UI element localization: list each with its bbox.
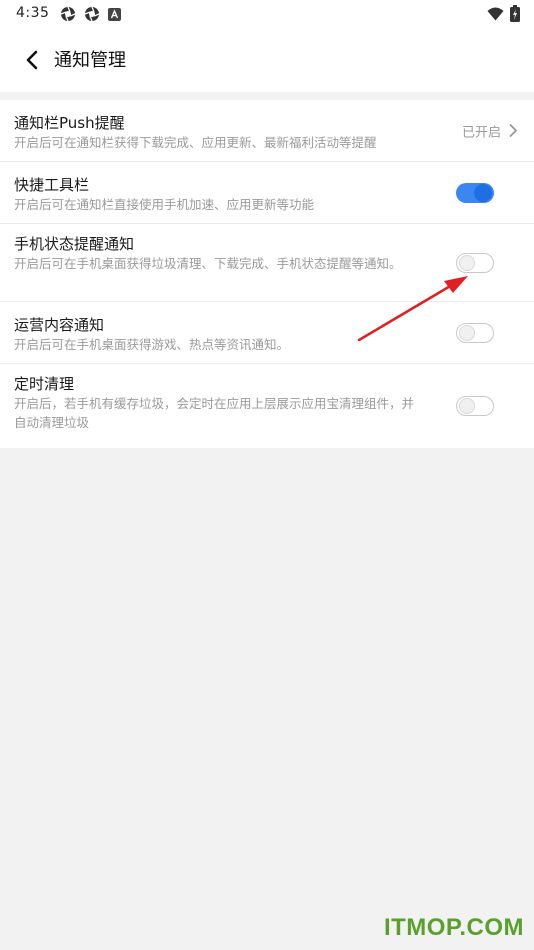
back-button[interactable] bbox=[18, 46, 46, 74]
watermark-logo: ITMOP.COM bbox=[383, 914, 524, 941]
chevron-left-icon bbox=[26, 50, 38, 70]
battery-charging-icon bbox=[510, 5, 520, 22]
app-header: 通知管理 bbox=[0, 28, 534, 92]
status-label: 已开启 bbox=[461, 125, 501, 140]
shutter-icon bbox=[60, 6, 76, 22]
status-icons-left bbox=[60, 6, 121, 22]
toggle-switch[interactable] bbox=[456, 252, 494, 273]
setting-desc: 开启后可在手机桌面获得垃圾清理、下载完成、手机状态提醒等通知。 bbox=[14, 256, 402, 271]
settings-list: 通知栏Push提醒 开启后可在通知栏获得下载完成、应用更新、最新福利活动等提醒 … bbox=[0, 100, 534, 448]
status-icons-right bbox=[487, 5, 520, 22]
shutter-icon bbox=[84, 6, 100, 22]
toggle-switch[interactable] bbox=[456, 182, 494, 203]
status-bar: 4:35 bbox=[0, 0, 534, 28]
toggle-switch[interactable] bbox=[456, 396, 494, 416]
page-title: 通知管理 bbox=[54, 50, 126, 71]
setting-row-push[interactable]: 通知栏Push提醒 开启后可在通知栏获得下载完成、应用更新、最新福利活动等提醒 … bbox=[0, 100, 534, 162]
setting-link[interactable]: 已开启 bbox=[462, 121, 518, 140]
a-badge-icon bbox=[108, 7, 121, 21]
wifi-icon bbox=[487, 7, 504, 20]
setting-desc: 开启后可在手机桌面获得游戏、热点等资讯通知。 bbox=[14, 337, 290, 352]
setting-desc: 开启后可在通知栏获得下载完成、应用更新、最新福利活动等提醒 bbox=[14, 135, 377, 150]
setting-title: 定时清理 bbox=[14, 375, 75, 393]
status-time: 4:35 bbox=[16, 5, 50, 21]
setting-desc: 开启后，若手机有缓存垃圾，会定时在应用上层展示应用宝清理组件，并自动清理垃圾 bbox=[14, 396, 415, 430]
setting-title: 手机状态提醒通知 bbox=[14, 235, 135, 253]
setting-row-quick-toolbar: 快捷工具栏 开启后可在通知栏直接使用手机加速、应用更新等功能 bbox=[0, 162, 534, 224]
toggle-knob bbox=[474, 183, 492, 202]
toggle-knob bbox=[459, 324, 475, 341]
setting-row-phone-status: 手机状态提醒通知 开启后可在手机桌面获得垃圾清理、下载完成、手机状态提醒等通知。 bbox=[0, 224, 534, 302]
toggle-knob bbox=[459, 254, 475, 271]
setting-row-operations: 运营内容通知 开启后可在手机桌面获得游戏、热点等资讯通知。 bbox=[0, 302, 534, 364]
setting-row-scheduled-clean: 定时清理 开启后，若手机有缓存垃圾，会定时在应用上层展示应用宝清理组件，并自动清… bbox=[0, 364, 534, 448]
chevron-right-icon bbox=[509, 124, 518, 137]
setting-desc: 开启后可在通知栏直接使用手机加速、应用更新等功能 bbox=[14, 197, 315, 212]
toggle-knob bbox=[459, 398, 475, 414]
setting-title: 通知栏Push提醒 bbox=[14, 114, 125, 132]
toggle-switch[interactable] bbox=[456, 322, 494, 343]
